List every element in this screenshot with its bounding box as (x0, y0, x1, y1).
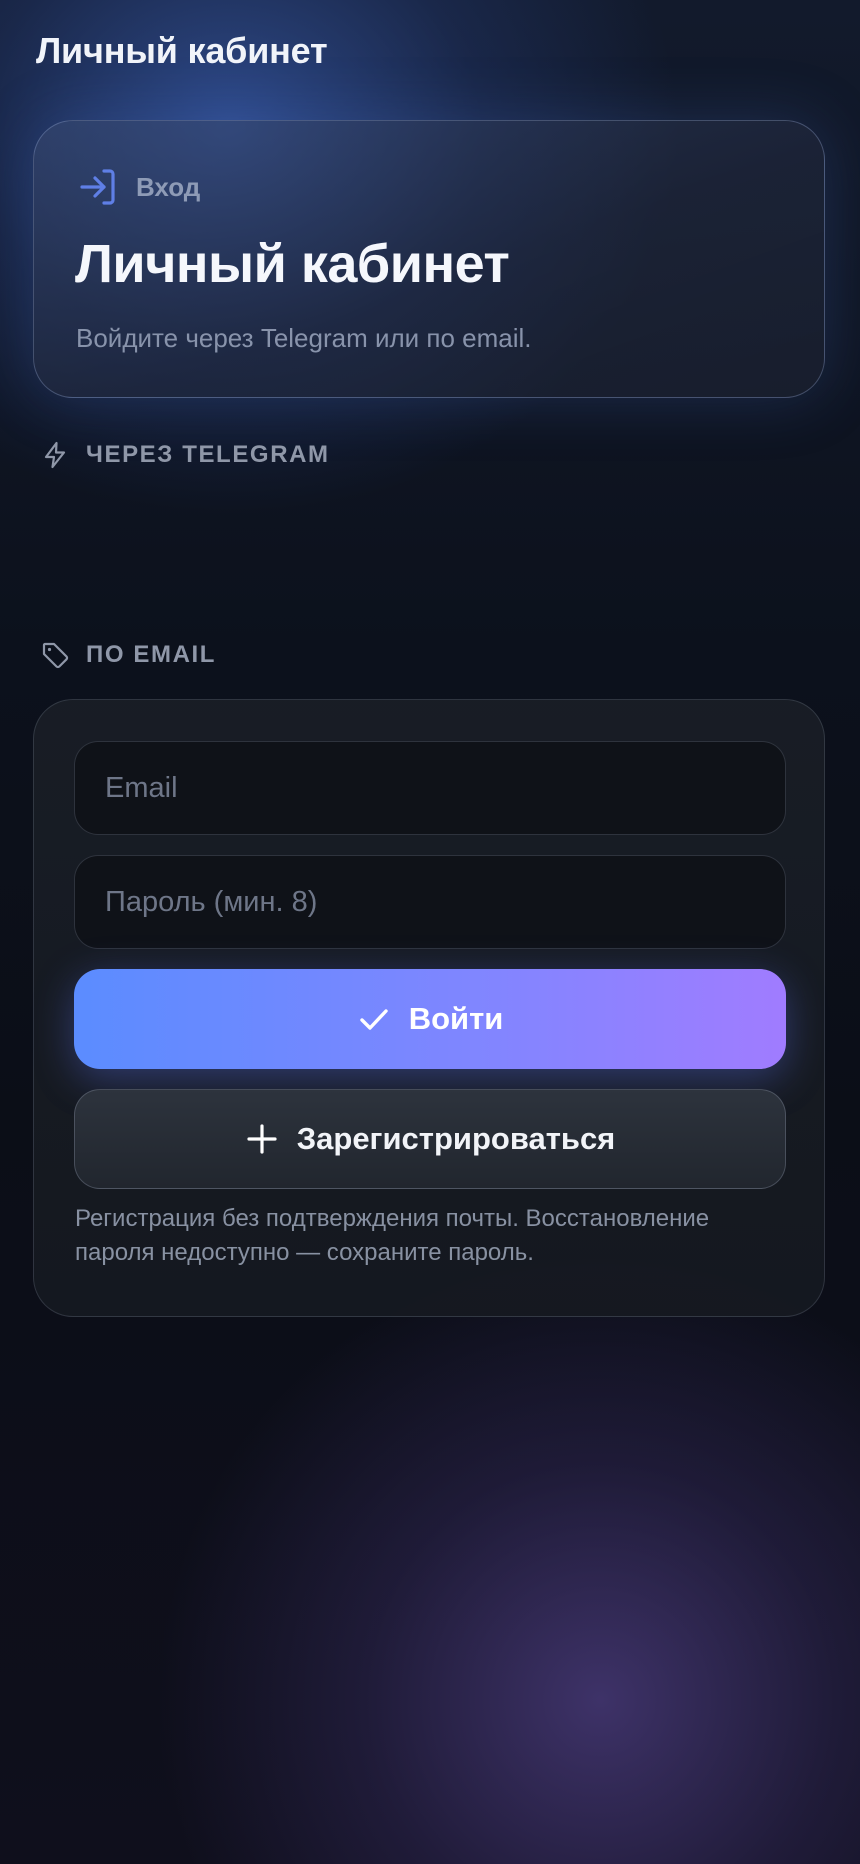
register-button-label: Зарегистрироваться (296, 1121, 616, 1156)
email-field[interactable] (74, 741, 786, 835)
hero-subtitle: Войдите через Telegram или по email. (76, 323, 532, 353)
hero-title: Личный кабинет (75, 234, 510, 294)
plus-icon (247, 1124, 277, 1154)
password-field[interactable] (74, 855, 786, 949)
login-button-label: Войти (408, 1001, 504, 1036)
lightning-icon (44, 441, 66, 469)
email-section-text: ПО EMAIL (86, 641, 217, 668)
check-icon (359, 1009, 388, 1030)
email-section-label: ПО EMAIL (40, 640, 216, 670)
hero-eyebrow: Вход (76, 165, 200, 209)
login-icon (80, 169, 115, 205)
register-button[interactable]: Зарегистрироваться (74, 1089, 786, 1189)
email-login-form: Войти Зарегистрироваться Регистрация без… (33, 699, 825, 1317)
telegram-section-text: ЧЕРЕЗ TELEGRAM (86, 441, 330, 468)
login-button[interactable]: Войти (74, 969, 786, 1069)
page-title: Личный кабинет (36, 30, 328, 71)
telegram-section-label: ЧЕРЕЗ TELEGRAM (40, 440, 330, 470)
hero-eyebrow-label: Вход (136, 171, 201, 202)
registration-note: Регистрация без подтверждения почты. Вос… (75, 1205, 710, 1266)
tag-icon (42, 642, 69, 669)
hero-card: Вход Личный кабинет Войдите через Telegr… (33, 120, 825, 398)
